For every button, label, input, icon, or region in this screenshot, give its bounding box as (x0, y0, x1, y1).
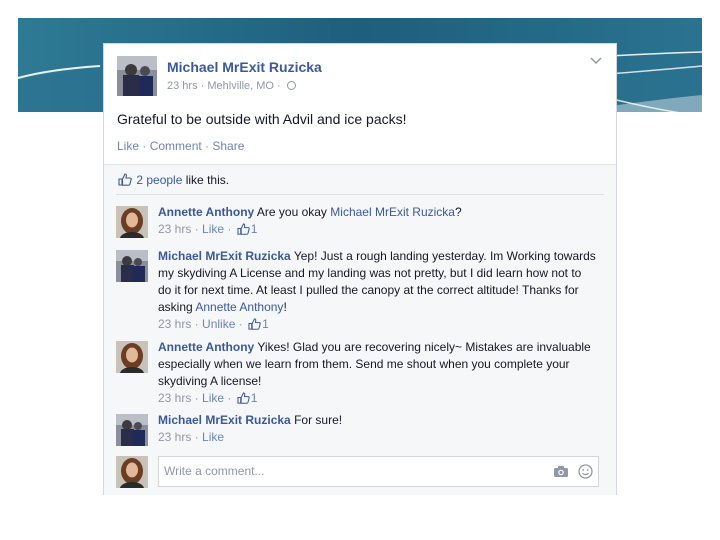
comment-body: Annette Anthony Are you okay Michael MrE… (158, 204, 598, 238)
comment-like-count[interactable]: 1 (251, 391, 258, 405)
share-link[interactable]: Share (212, 139, 244, 153)
thumbs-up-icon (237, 392, 250, 404)
michael-photo (116, 250, 148, 282)
annette-photo (116, 456, 148, 488)
comment-like-count[interactable]: 1 (251, 222, 258, 236)
comments-section: 2 people like this. Annette Anthony Are … (104, 164, 616, 495)
comment-unlike-link[interactable]: Unlike (202, 317, 235, 331)
comment-text: Are you okay (256, 205, 327, 219)
commenter-name[interactable]: Annette Anthony (158, 205, 254, 219)
chevron-down-icon[interactable] (590, 56, 602, 66)
post-header: Michael MrExit Ruzicka 23 hrs · Mehlvill… (104, 44, 616, 164)
author-avatar[interactable] (117, 56, 157, 96)
comment-like-count[interactable]: 1 (262, 317, 269, 331)
annette-photo (116, 206, 148, 238)
like-link[interactable]: Like (117, 139, 139, 153)
commenter-avatar[interactable] (116, 206, 148, 238)
comment-text-after: ! (283, 300, 287, 314)
post-time[interactable]: 23 hrs (167, 80, 198, 92)
post-meta: 23 hrs · Mehlville, MO · (167, 80, 296, 92)
facebook-post: Michael MrExit Ruzicka 23 hrs · Mehlvill… (103, 43, 617, 495)
comment-composer (158, 456, 599, 487)
comment-meta: 23 hrs · Like (158, 430, 225, 444)
commenter-avatar[interactable] (116, 341, 148, 373)
thumbs-up-icon (248, 318, 261, 330)
likes-summary: 2 people like this. (116, 173, 229, 187)
likes-suffix: like this. (182, 173, 230, 187)
comment-like-link[interactable]: Like (202, 430, 224, 444)
post-author-name[interactable]: Michael MrExit Ruzicka (167, 59, 322, 75)
thumbs-up-icon (237, 223, 250, 235)
comment-like-link[interactable]: Like (202, 222, 224, 236)
comment-input[interactable] (164, 463, 524, 479)
comment-text-after: ? (454, 205, 462, 219)
comment-body: Michael MrExit Ruzicka For sure! 23 hrs … (158, 412, 598, 446)
comment-meta: 23 hrs · Like · 1 (158, 222, 258, 236)
annette-photo (116, 341, 148, 373)
thumbs-up-icon (118, 173, 132, 186)
commenter-avatar[interactable] (116, 250, 148, 282)
post-location[interactable]: Mehlville, MO (207, 80, 274, 92)
commenter-name[interactable]: Michael MrExit Ruzicka (158, 249, 291, 263)
comment-body: Michael MrExit Ruzicka Yep! Just a rough… (158, 248, 598, 333)
globe-icon[interactable] (286, 81, 296, 90)
post-status-text: Grateful to be outside with Advil and ic… (117, 111, 407, 127)
comment-text: For sure! (294, 413, 343, 427)
comment-time[interactable]: 23 hrs (158, 317, 191, 331)
commenter-avatar[interactable] (116, 414, 148, 446)
camera-icon[interactable] (553, 465, 569, 478)
comment-mention[interactable]: Michael MrExit Ruzicka (330, 205, 455, 219)
comment-meta: 23 hrs · Like · 1 (158, 391, 258, 405)
michael-photo (116, 414, 148, 446)
michael-photo (117, 56, 157, 96)
composer-avatar (116, 456, 148, 488)
comment-time[interactable]: 23 hrs (158, 430, 191, 444)
comment-time[interactable]: 23 hrs (158, 222, 191, 236)
comment-time[interactable]: 23 hrs (158, 391, 191, 405)
likes-count-link[interactable]: 2 people (136, 173, 182, 187)
comment-meta: 23 hrs · Unlike · 1 (158, 317, 269, 331)
comment-mention[interactable]: Annette Anthony (195, 300, 283, 314)
comment-body: Annette Anthony Yikes! Glad you are reco… (158, 339, 598, 407)
commenter-name[interactable]: Annette Anthony (158, 340, 254, 354)
comment-link[interactable]: Comment (150, 139, 202, 153)
post-actions: Like · Comment · Share (117, 139, 245, 153)
comment-like-link[interactable]: Like (202, 391, 224, 405)
divider (116, 194, 604, 195)
smiley-icon[interactable] (578, 464, 593, 479)
commenter-name[interactable]: Michael MrExit Ruzicka (158, 413, 291, 427)
